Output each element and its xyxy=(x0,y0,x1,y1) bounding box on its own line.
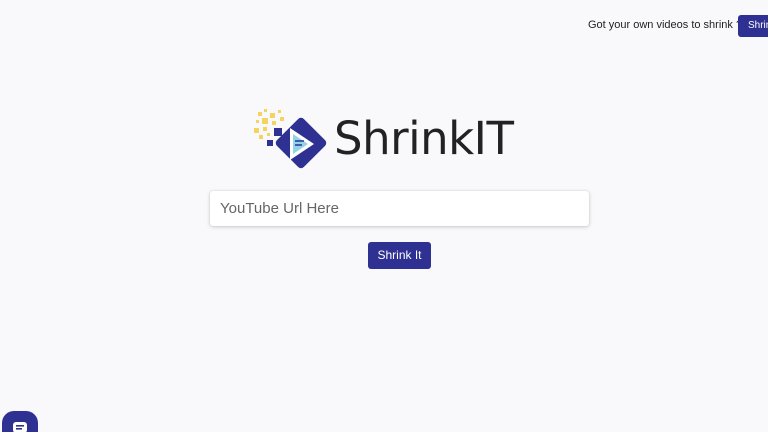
shrink-it-button[interactable]: Shrink It xyxy=(368,242,431,269)
header-prompt-text: Got your own videos to shrink ? xyxy=(588,19,743,31)
brand-name: ShrinkIT xyxy=(334,112,514,165)
page: Got your own videos to shrink ? Shrink Y… xyxy=(0,0,768,432)
shrink-yours-button[interactable]: Shrink Yours xyxy=(738,15,768,37)
youtube-url-input[interactable] xyxy=(210,191,589,226)
shrinkit-logo-icon xyxy=(254,109,327,169)
chat-widget-button[interactable] xyxy=(2,411,38,432)
chat-icon xyxy=(13,422,27,432)
brand-logo: ShrinkIT xyxy=(250,104,514,174)
